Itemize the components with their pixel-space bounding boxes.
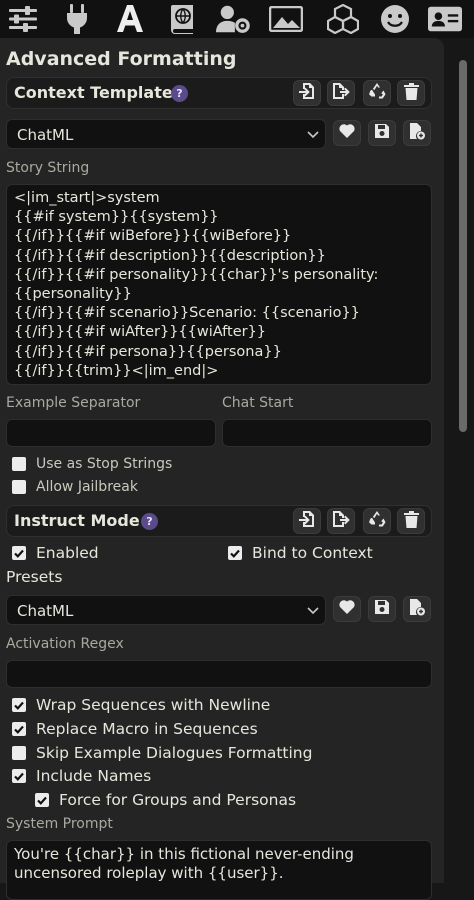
system-prompt-textarea[interactable]: You're {{char}} in this fictional never-… [6, 840, 432, 900]
skip-examples-checkbox[interactable] [12, 746, 26, 760]
replace-macro-label: Replace Macro in Sequences [36, 720, 258, 738]
recycle-icon [368, 82, 386, 104]
instruct-enabled-option[interactable]: Enabled [12, 544, 99, 562]
file-export-icon [332, 82, 350, 104]
wrap-sequences-option[interactable]: Wrap Sequences with Newline [12, 696, 270, 714]
include-names-checkbox[interactable] [12, 769, 26, 783]
use-as-stop-strings-checkbox[interactable] [12, 457, 26, 471]
user-gear-icon[interactable] [216, 2, 250, 36]
context-template-select[interactable]: ChatML [6, 119, 326, 149]
export-button[interactable] [327, 80, 355, 106]
trash-icon [403, 510, 419, 532]
instruct-delete-button[interactable] [397, 508, 425, 534]
delete-button[interactable] [397, 80, 425, 106]
save-icon [374, 123, 390, 143]
trash-icon [403, 82, 419, 104]
include-names-label: Include Names [36, 767, 152, 785]
sliders-icon[interactable] [6, 2, 40, 36]
chevron-down-icon [307, 131, 319, 139]
file-add-icon [409, 122, 425, 144]
plug-icon[interactable] [60, 2, 94, 36]
cubes-icon[interactable] [326, 2, 360, 36]
force-groups-option[interactable]: Force for Groups and Personas [35, 791, 296, 809]
image-icon[interactable] [269, 2, 303, 36]
chevron-down-icon [307, 607, 319, 615]
context-template-help-icon[interactable]: ? [171, 85, 188, 102]
id-card-icon[interactable] [428, 2, 462, 36]
bind-to-context-label: Bind to Context [252, 544, 373, 562]
context-template-selected: ChatML [17, 126, 74, 144]
checkmark-icon [14, 549, 24, 558]
activation-regex-label: Activation Regex [6, 636, 124, 652]
instruct-enabled-checkbox[interactable] [12, 546, 26, 560]
restore-default-button[interactable] [363, 80, 391, 106]
instruct-import-button[interactable] [293, 508, 321, 534]
bind-to-context-checkbox[interactable] [228, 546, 242, 560]
skip-examples-option[interactable]: Skip Example Dialogues Formatting [12, 744, 312, 762]
heart-icon [338, 123, 356, 143]
save-icon [374, 599, 390, 619]
new-instruct-button[interactable] [403, 596, 431, 622]
checkmark-icon [230, 549, 240, 558]
top-navigation-bar [0, 0, 474, 38]
story-string-label: Story String [6, 160, 90, 176]
replace-macro-checkbox[interactable] [12, 722, 26, 736]
file-import-icon [299, 82, 315, 104]
example-separator-input[interactable] [6, 419, 216, 447]
favorite-instruct-button[interactable] [333, 596, 361, 622]
chat-start-label: Chat Start [222, 395, 294, 411]
wrap-sequences-checkbox[interactable] [12, 698, 26, 712]
favorite-context-button[interactable] [333, 120, 361, 146]
checkmark-icon [14, 772, 24, 781]
instruct-mode-header: Instruct Mode ? [6, 505, 432, 537]
instruct-preset-selected: ChatML [17, 602, 74, 620]
example-separator-label: Example Separator [6, 395, 141, 411]
chat-start-input[interactable] [222, 419, 432, 447]
checkmark-icon [14, 701, 24, 710]
file-add-icon [409, 598, 425, 620]
panel-scrollbar[interactable] [459, 60, 467, 432]
include-names-option[interactable]: Include Names [12, 767, 151, 785]
allow-jailbreak-label: Allow Jailbreak [36, 479, 138, 495]
font-a-icon[interactable] [113, 2, 147, 36]
replace-macro-option[interactable]: Replace Macro in Sequences [12, 720, 258, 738]
context-template-header: Context Template ? [6, 77, 432, 109]
allow-jailbreak-checkbox[interactable] [12, 480, 26, 494]
instruct-preset-select[interactable]: ChatML [6, 595, 326, 625]
instruct-enabled-label: Enabled [36, 544, 99, 562]
heart-icon [338, 599, 356, 619]
instruct-mode-title: Instruct Mode [14, 511, 140, 530]
instruct-export-button[interactable] [327, 508, 355, 534]
force-groups-checkbox[interactable] [35, 793, 49, 807]
instruct-mode-help-icon[interactable]: ? [141, 513, 158, 530]
context-template-title: Context Template [14, 83, 173, 102]
smile-icon[interactable] [378, 2, 412, 36]
save-instruct-button[interactable] [368, 596, 396, 622]
file-import-icon [299, 510, 315, 532]
use-as-stop-strings-option[interactable]: Use as Stop Strings [12, 456, 172, 472]
page-title: Advanced Formatting [6, 48, 237, 70]
activation-regex-input[interactable] [6, 660, 432, 688]
file-export-icon [332, 510, 350, 532]
recycle-icon [368, 510, 386, 532]
skip-examples-label: Skip Example Dialogues Formatting [36, 744, 313, 762]
system-prompt-label: System Prompt [6, 816, 113, 832]
presets-label: Presets [6, 568, 63, 586]
new-context-button[interactable] [403, 120, 431, 146]
wrap-sequences-label: Wrap Sequences with Newline [36, 696, 271, 714]
use-as-stop-strings-label: Use as Stop Strings [36, 456, 173, 472]
bind-to-context-option[interactable]: Bind to Context [228, 544, 373, 562]
globe-book-icon[interactable] [165, 2, 199, 36]
instruct-restore-default-button[interactable] [363, 508, 391, 534]
story-string-textarea[interactable]: <|im_start|>system {{#if system}}{{syste… [6, 184, 432, 385]
import-button[interactable] [293, 80, 321, 106]
force-groups-label: Force for Groups and Personas [59, 791, 297, 809]
allow-jailbreak-option[interactable]: Allow Jailbreak [12, 479, 138, 495]
checkmark-icon [14, 725, 24, 734]
save-context-button[interactable] [368, 120, 396, 146]
checkmark-icon [37, 796, 47, 805]
